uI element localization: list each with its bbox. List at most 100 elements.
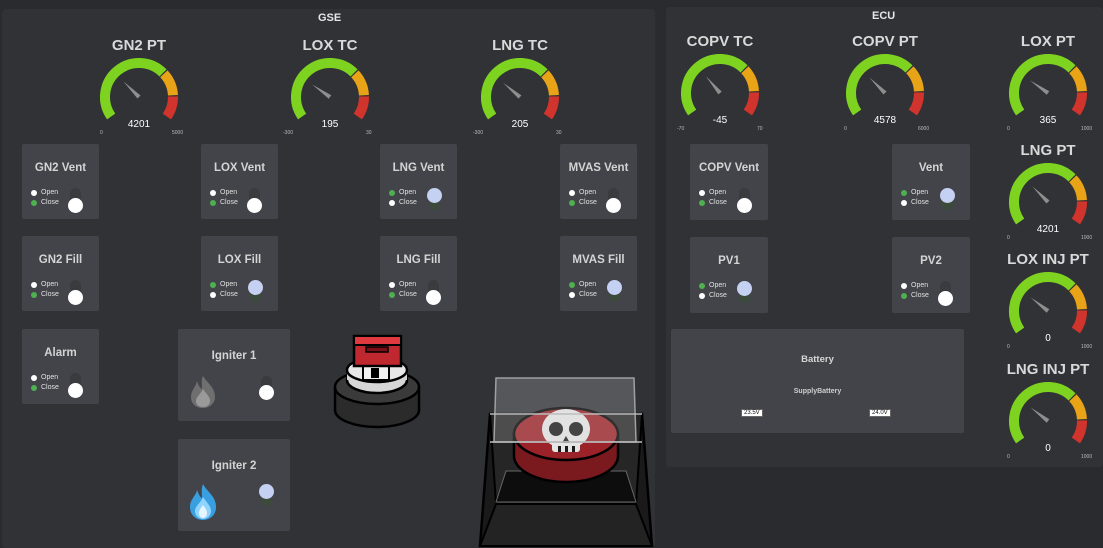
igniter-card-1: Igniter 1 [178, 329, 290, 421]
gauge-lox-inj-pt: LOX INJ PT 0 0 1000 [1003, 251, 1093, 351]
gauge-arc-segment [1068, 66, 1087, 92]
arming-key-switch-icon[interactable] [333, 332, 423, 432]
radio-open[interactable]: Open [31, 280, 58, 289]
valve-title: LOX Fill [217, 254, 262, 266]
radio-open[interactable]: Open [389, 188, 416, 197]
valve-toggle[interactable] [68, 188, 83, 213]
gauge-arc-segment [540, 70, 559, 96]
gauge-arc-segment [159, 70, 178, 96]
gauge-arc-segment [743, 92, 759, 116]
gauge-arc-segment [740, 66, 759, 92]
gauge-min: -70 [677, 126, 685, 132]
toggle-knob [247, 198, 262, 213]
valve-toggle[interactable] [737, 281, 752, 303]
radio-open[interactable]: Open [31, 188, 58, 197]
gauge-arc-segment [1009, 382, 1076, 444]
valve-toggle[interactable] [68, 373, 83, 398]
valve-toggle[interactable] [426, 280, 441, 305]
valve-card-vent: Vent Open Close [892, 144, 970, 220]
radio-open[interactable]: Open [901, 188, 928, 197]
gauge-arc-segment [291, 58, 358, 120]
gauge-copv-tc: COPV TC -45 -70 70 [675, 33, 765, 133]
battery-value-2: 24.0V [869, 409, 891, 417]
battery-subtitle: SupplyBattery [793, 388, 842, 395]
gauge-value: 205 [511, 119, 529, 130]
gauge-lng-pt: LNG PT 4201 0 1000 [1003, 142, 1093, 242]
gauge-max: 1000 [1081, 454, 1093, 460]
gauge-min: 0 [1007, 235, 1010, 241]
abort-skull-button[interactable] [476, 376, 656, 548]
valve-title: MVAS Vent [568, 162, 629, 174]
radio-open[interactable]: Open [901, 281, 928, 290]
radio-close[interactable]: Close [569, 198, 597, 207]
gauge-needle [123, 81, 141, 99]
battery-card: Battery SupplyBattery 23.5V 24.0V [671, 329, 964, 433]
radio-label: Close [399, 199, 417, 206]
radio-dot-icon [31, 281, 37, 288]
valve-title: GN2 Fill [38, 254, 83, 266]
gauge-arc-segment [1071, 201, 1087, 225]
gauge-value: 4201 [127, 119, 151, 130]
radio-close[interactable]: Close [901, 198, 929, 207]
radio-close[interactable]: Close [210, 198, 238, 207]
radio-close[interactable]: Close [31, 198, 59, 207]
gauge-min: 0 [100, 130, 103, 136]
radio-dot-icon [389, 189, 395, 196]
valve-toggle[interactable] [938, 281, 953, 306]
valve-toggle[interactable] [607, 280, 622, 302]
gauge-arc-segment [1009, 54, 1076, 116]
radio-label: Close [220, 291, 238, 298]
radio-dot-icon [699, 199, 705, 206]
radio-open[interactable]: Open [569, 280, 596, 289]
radio-open[interactable]: Open [210, 188, 237, 197]
radio-close[interactable]: Close [569, 290, 597, 299]
radio-close[interactable]: Close [31, 290, 59, 299]
battery-title: Battery [801, 354, 834, 365]
valve-toggle[interactable] [248, 280, 263, 302]
gauge-arc-segment [162, 96, 178, 120]
radio-open[interactable]: Open [569, 188, 596, 197]
radio-close[interactable]: Close [699, 198, 727, 207]
gauge-needle [705, 76, 722, 95]
igniter-card-2: Igniter 2 [178, 439, 290, 531]
radio-close[interactable]: Close [389, 198, 417, 207]
gauge-min: 0 [1007, 454, 1010, 460]
gauge-lng-inj-pt: LNG INJ PT 0 0 1000 [1003, 361, 1093, 461]
radio-open[interactable]: Open [699, 281, 726, 290]
radio-open[interactable]: Open [699, 188, 726, 197]
igniter-title: Igniter 1 [211, 350, 257, 362]
radio-close[interactable]: Close [901, 291, 929, 300]
valve-toggle[interactable] [247, 188, 262, 213]
gauge-arc-segment [1068, 394, 1087, 420]
toggle-knob [737, 198, 752, 213]
radio-close[interactable]: Close [31, 383, 59, 392]
radio-label: Open [399, 189, 417, 196]
gauge-arc-segment [543, 96, 559, 120]
radio-dot-icon [901, 292, 907, 299]
radio-dot-icon [901, 199, 907, 206]
radio-open[interactable]: Open [210, 280, 237, 289]
radio-dot-icon [699, 189, 705, 196]
valve-toggle[interactable] [68, 280, 83, 305]
igniter-toggle[interactable] [259, 484, 274, 506]
valve-toggle[interactable] [427, 188, 442, 210]
gauge-value: 195 [321, 119, 339, 130]
radio-label: Open [41, 189, 59, 196]
valve-toggle[interactable] [606, 188, 621, 213]
igniter-toggle[interactable] [259, 376, 274, 400]
radio-close[interactable]: Close [699, 291, 727, 300]
radio-close[interactable]: Close [389, 290, 417, 299]
radio-close[interactable]: Close [210, 290, 238, 299]
radio-open[interactable]: Open [31, 373, 58, 382]
gauge-arc-segment [100, 58, 167, 120]
gauge-arc-segment [846, 54, 913, 116]
radio-open[interactable]: Open [389, 280, 416, 289]
valve-toggle[interactable] [940, 188, 955, 210]
valve-title: LNG Vent [392, 162, 445, 174]
radio-dot-icon [31, 291, 37, 298]
radio-label: Open [41, 374, 59, 381]
gauge-lox-tc: LOX TC 195 -300 30 [283, 37, 375, 137]
valve-toggle[interactable] [737, 188, 752, 213]
radio-dot-icon [210, 189, 216, 196]
radio-label: Close [911, 292, 929, 299]
